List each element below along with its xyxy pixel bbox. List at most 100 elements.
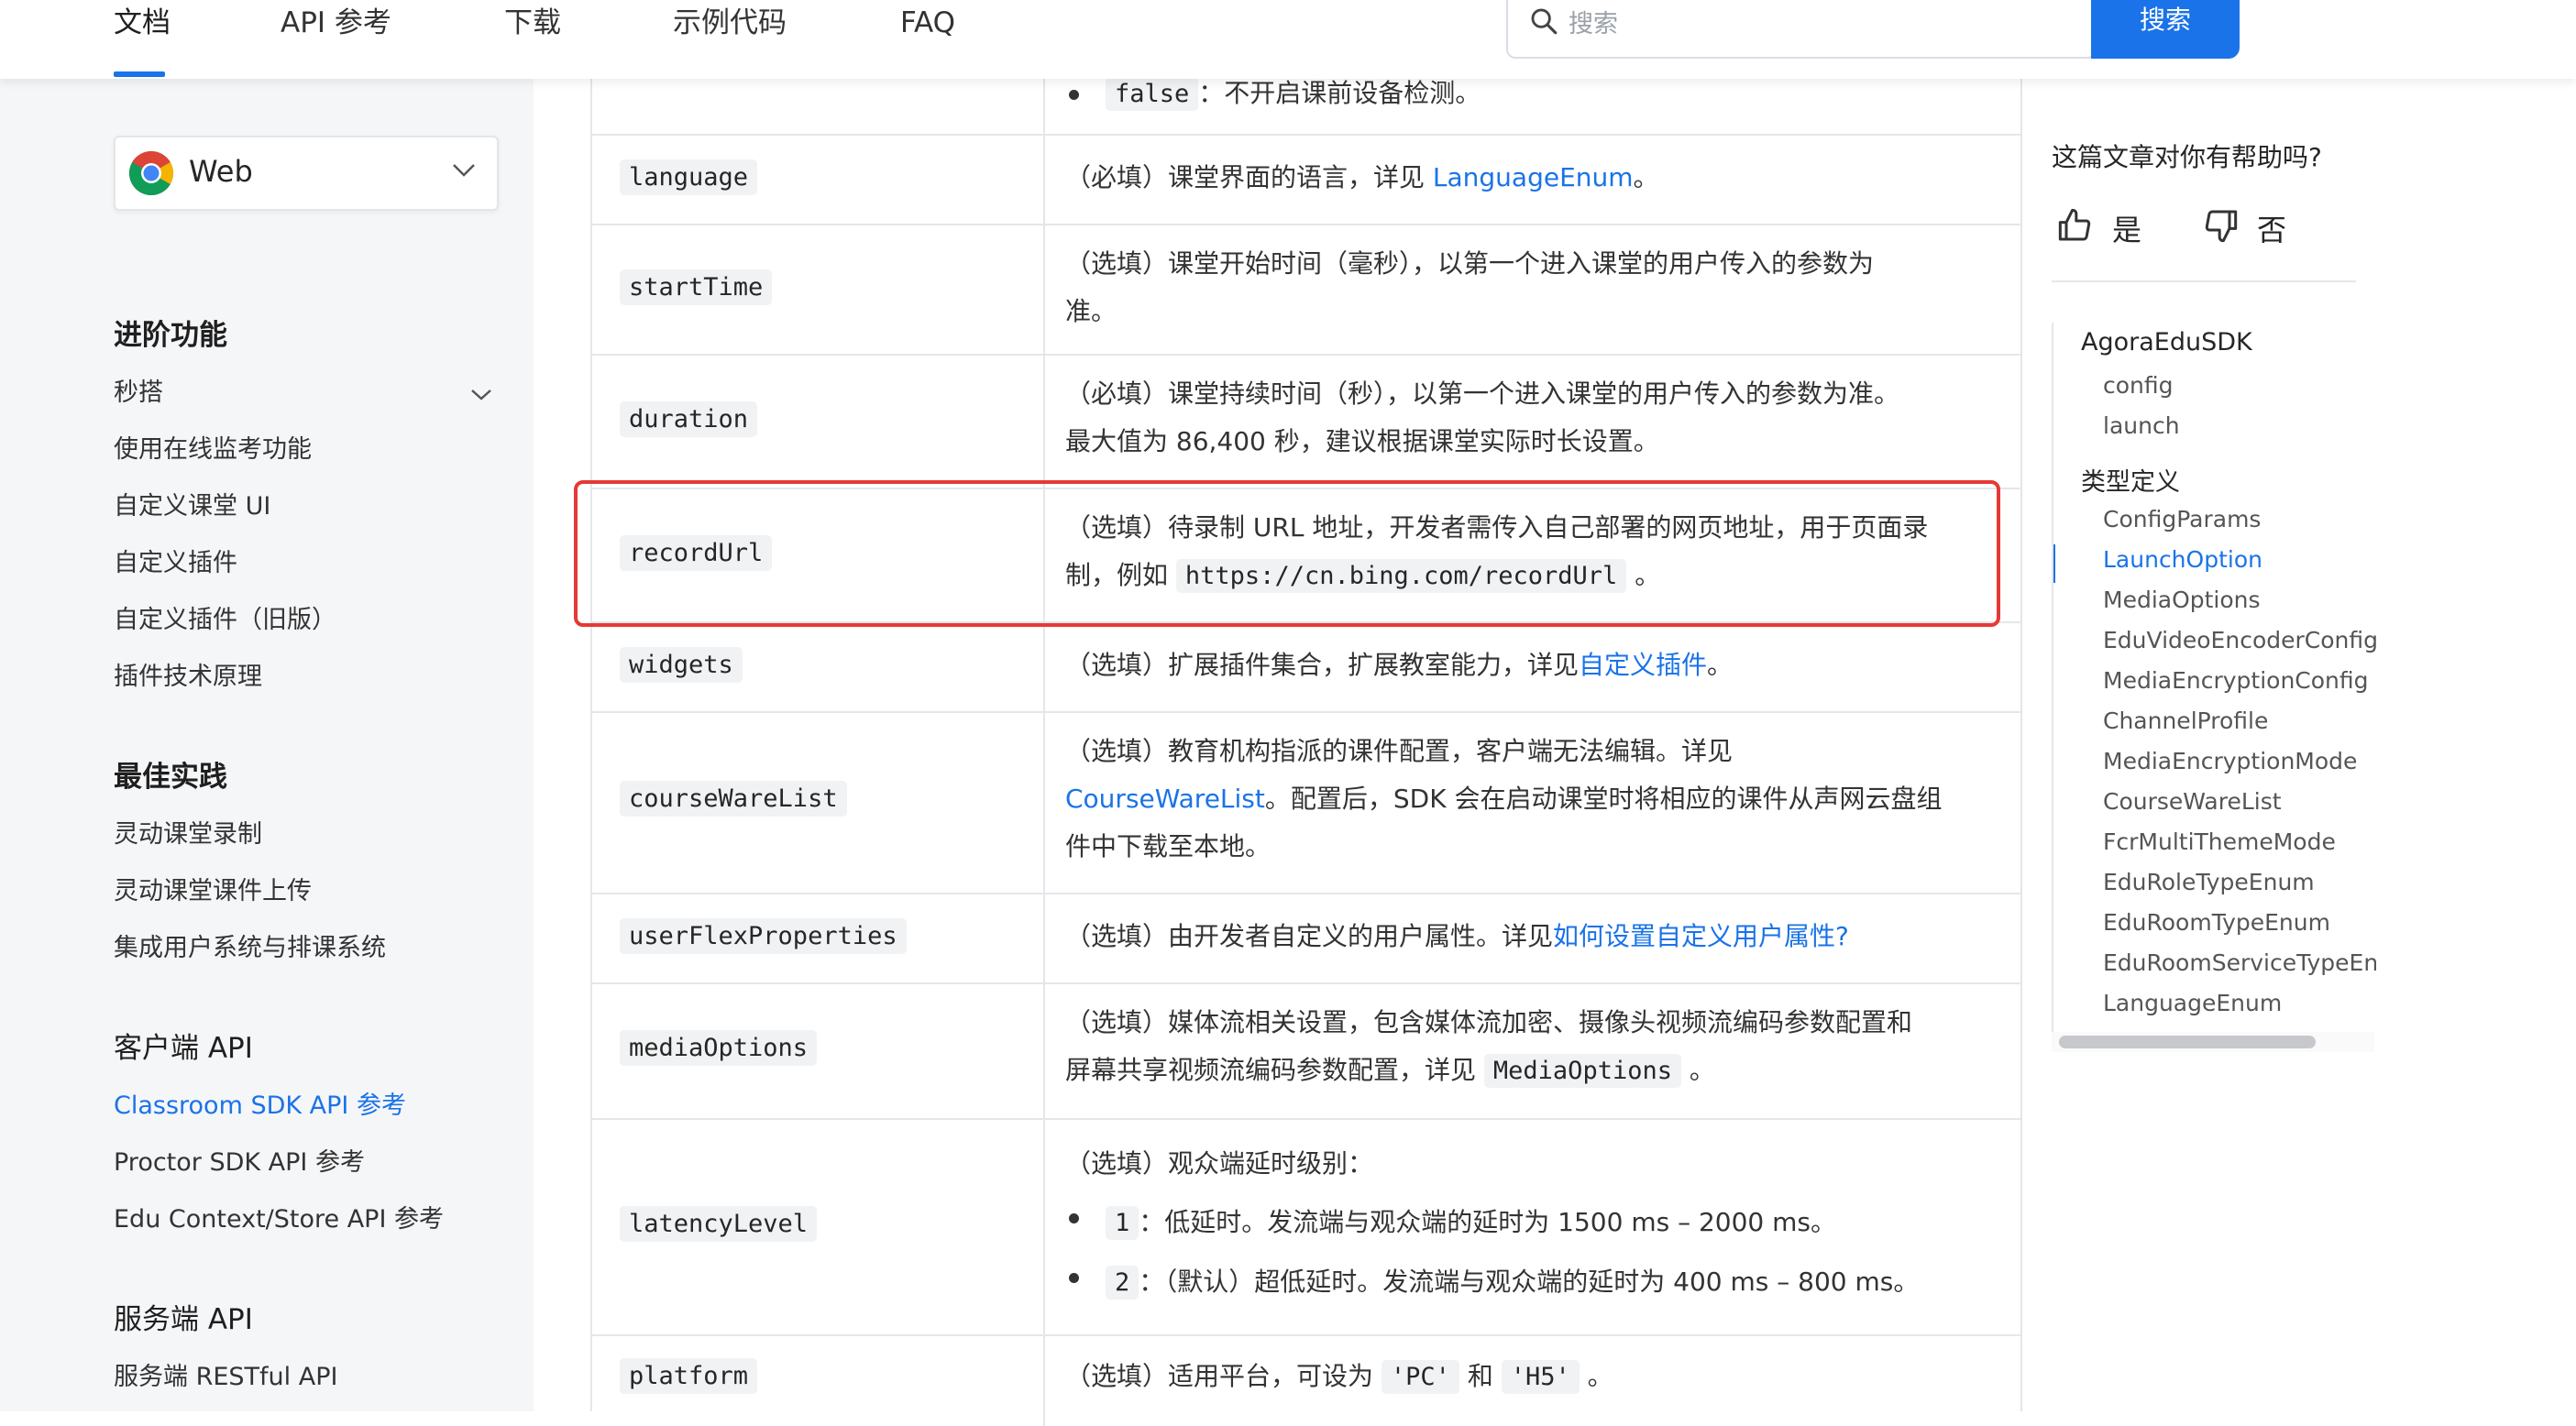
parameters-table: false ：不开启课前设备检测。 language （必填）课堂界面的语言，详见… (590, 77, 2022, 1426)
param-name: courseWareList (620, 781, 847, 817)
feedback-yes[interactable]: 是 (2112, 207, 2141, 249)
desc-line: 准。 (1065, 296, 1117, 326)
link-user-properties[interactable]: 如何设置自定义用户属性? (1553, 921, 1849, 951)
param-name: duration (620, 401, 758, 437)
sidebar: Web 进阶功能 秒搭 使用在线监考功能 自定义课堂 UI 自定义插件 自定义插… (0, 79, 534, 1411)
toc-item-eduroomtypeenum[interactable]: EduRoomTypeEnum (2103, 909, 2330, 936)
desc-line: 件中下载至本地。 (1065, 831, 1271, 861)
toc-heading-agoraedusdk[interactable]: AgoraEduSDK (2081, 328, 2252, 356)
desc-text: 。 (1633, 162, 1659, 192)
desc-text: 屏幕共享视频流编码参数配置，详见 (1065, 1055, 1484, 1085)
divider (2052, 280, 2356, 282)
toc-item-mediaoptions[interactable]: MediaOptions (2103, 587, 2261, 613)
highlight-annotation (574, 480, 2000, 627)
toc-item-fcrmultithememode[interactable]: FcrMultiThemeMode (2103, 828, 2336, 855)
desc-text: 。配置后，SDK 会在启动课堂时将相应的课件从声网云盘组 (1264, 784, 1943, 814)
nav-api-reference[interactable]: API 参考 (281, 0, 391, 46)
section-title-client-api: 客户端 API (114, 1032, 253, 1065)
desc-text: 。 (1579, 1361, 1613, 1391)
platform-label: Web (189, 154, 253, 189)
row-description: （选填）媒体流相关设置，包含媒体流加密、摄像头视频流编码参数配置和 屏幕共享视频… (1065, 999, 2000, 1095)
toc-item-eduroomservicetypeenum[interactable]: EduRoomServiceTypeEnu (2103, 949, 2376, 976)
table-of-contents: AgoraEduSDK config launch 类型定义 ConfigPar… (2052, 323, 2376, 1047)
feedback-no[interactable]: 否 (2257, 207, 2286, 249)
param-name: latencyLevel (620, 1206, 818, 1242)
inline-code: 2 (1106, 1266, 1139, 1300)
search-icon (1531, 8, 1558, 35)
sidebar-item-custom-widget[interactable]: 自定义插件 (114, 543, 237, 578)
chevron-down-icon[interactable] (469, 387, 493, 403)
row-description: （必填）课堂界面的语言，详见 LanguageEnum。 (1065, 154, 2000, 202)
toc-item-mediaencryptionconfig[interactable]: MediaEncryptionConfig (2103, 667, 2369, 694)
search-button[interactable]: 搜索 (2091, 0, 2240, 59)
toc-heading-types[interactable]: 类型定义 (2081, 462, 2180, 498)
inline-code: false (1106, 77, 1199, 111)
table-row: latencyLevel （选填）观众端延时级别： 1 ：低延时。发流端与观众端的… (592, 1118, 2020, 1336)
toc-item-languageenum[interactable]: LanguageEnum (2103, 990, 2282, 1016)
platform-select[interactable]: Web (114, 136, 499, 211)
sidebar-item-widget-principle[interactable]: 插件技术原理 (114, 656, 262, 692)
desc-line: （必填）课堂持续时间（秒），以第一个进入课堂的用户传入的参数为准。 (1065, 378, 1900, 409)
toc-item-eduroletypeenum[interactable]: EduRoleTypeEnum (2103, 869, 2315, 895)
link-language-enum[interactable]: LanguageEnum (1433, 162, 1634, 192)
row-description: （必填）课堂持续时间（秒），以第一个进入课堂的用户传入的参数为准。 最大值为 8… (1065, 370, 2000, 466)
sidebar-item-custom-ui[interactable]: 自定义课堂 UI (114, 486, 270, 521)
table-row: startTime （选填）课堂开始时间（毫秒），以第一个进入课堂的用户传入的参… (592, 224, 2020, 356)
inline-code: 'H5' (1501, 1360, 1580, 1394)
thumbs-down-icon[interactable] (2202, 207, 2239, 244)
desc-text: （选填）由开发者自定义的用户属性。详见 (1065, 921, 1554, 951)
table-row: false ：不开启课前设备检测。 (592, 77, 2020, 136)
nav-active-indicator (114, 71, 165, 77)
sidebar-item-courseware-upload[interactable]: 灵动课堂课件上传 (114, 871, 312, 906)
toc-item-launchoption[interactable]: LaunchOption (2103, 546, 2262, 573)
toc-scrollbar-thumb[interactable] (2059, 1036, 2316, 1048)
nav-download[interactable]: 下载 (504, 0, 561, 46)
inline-code: MediaOptions (1483, 1054, 1681, 1088)
desc-text: 。 (1680, 1055, 1715, 1085)
sidebar-item-classroom-sdk-api[interactable]: Classroom SDK API 参考 (114, 1085, 406, 1121)
row-description: （选填）适用平台，可设为 'PC' 和 'H5' 。 (1065, 1353, 2000, 1401)
desc-text: 和 (1459, 1361, 1502, 1391)
main-content: false ：不开启课前设备检测。 language （必填）课堂界面的语言，详见… (534, 77, 2037, 1426)
bullet-text: ：低延时。发流端与观众端的延时为 1500 ms – 2000 ms。 (1139, 1207, 1837, 1237)
feedback-question: 这篇文章对你有帮助吗? (2052, 142, 2322, 172)
param-name: widgets (620, 647, 743, 683)
toc-item-config[interactable]: config (2103, 372, 2174, 399)
param-name: language (620, 159, 758, 195)
table-row: userFlexProperties （选填）由开发者自定义的用户属性。详见如何… (592, 893, 2020, 984)
desc-text: 。 (1707, 650, 1734, 680)
toc-item-coursewarelist[interactable]: CourseWareList (2103, 788, 2282, 815)
toc-item-configparams[interactable]: ConfigParams (2103, 506, 2261, 532)
row-description: （选填）观众端延时级别： 1 ：低延时。发流端与观众端的延时为 1500 ms –… (1065, 1135, 2000, 1312)
sidebar-item-custom-widget-legacy[interactable]: 自定义插件（旧版） (114, 599, 336, 635)
section-title-advanced: 进阶功能 (114, 319, 227, 352)
sidebar-item-recording[interactable]: 灵动课堂录制 (114, 814, 262, 850)
toc-item-mediaencryptionmode[interactable]: MediaEncryptionMode (2103, 748, 2357, 774)
sidebar-item-proctoring[interactable]: 使用在线监考功能 (114, 429, 312, 465)
sidebar-item-edu-context-api[interactable]: Edu Context/Store API 参考 (114, 1199, 444, 1234)
thumbs-up-icon[interactable] (2057, 207, 2094, 244)
table-row: language （必填）课堂界面的语言，详见 LanguageEnum。 (592, 134, 2020, 225)
chrome-icon (128, 150, 174, 196)
sidebar-item-user-system[interactable]: 集成用户系统与排课系统 (114, 927, 386, 963)
sidebar-item-miaoda[interactable]: 秒搭 (114, 372, 163, 408)
nav-sample-code[interactable]: 示例代码 (673, 0, 787, 46)
row-description: （选填）课堂开始时间（毫秒），以第一个进入课堂的用户传入的参数为 准。 (1065, 240, 2000, 335)
chevron-down-icon (453, 164, 475, 177)
sidebar-item-restful-api[interactable]: 服务端 RESTful API (114, 1356, 337, 1392)
section-title-best-practice: 最佳实践 (114, 761, 227, 794)
desc-line: 最大值为 86,400 秒，建议根据课堂实际时长设置。 (1065, 426, 1659, 456)
nav-faq[interactable]: FAQ (900, 0, 955, 46)
table-row: widgets （选填）扩展插件集合，扩展教室能力，详见自定义插件。 (592, 621, 2020, 713)
toc-item-launch[interactable]: launch (2103, 412, 2180, 439)
link-courseware-list[interactable]: CourseWareList (1065, 784, 1265, 814)
nav-docs[interactable]: 文档 (114, 0, 171, 46)
table-row: platform （选填）适用平台，可设为 'PC' 和 'H5' 。 (592, 1334, 2020, 1426)
toc-item-eduvideoencoderconfig[interactable]: EduVideoEncoderConfigu (2103, 627, 2376, 653)
desc-line: （选填）观众端延时级别： (1065, 1148, 1374, 1179)
sidebar-item-proctor-sdk-api[interactable]: Proctor SDK API 参考 (114, 1142, 365, 1178)
table-row: duration （必填）课堂持续时间（秒），以第一个进入课堂的用户传入的参数为… (592, 354, 2020, 489)
search-input[interactable]: 搜索 (1506, 0, 2097, 59)
link-custom-widget[interactable]: 自定义插件 (1579, 650, 1707, 680)
toc-item-channelprofile[interactable]: ChannelProfile (2103, 708, 2268, 734)
